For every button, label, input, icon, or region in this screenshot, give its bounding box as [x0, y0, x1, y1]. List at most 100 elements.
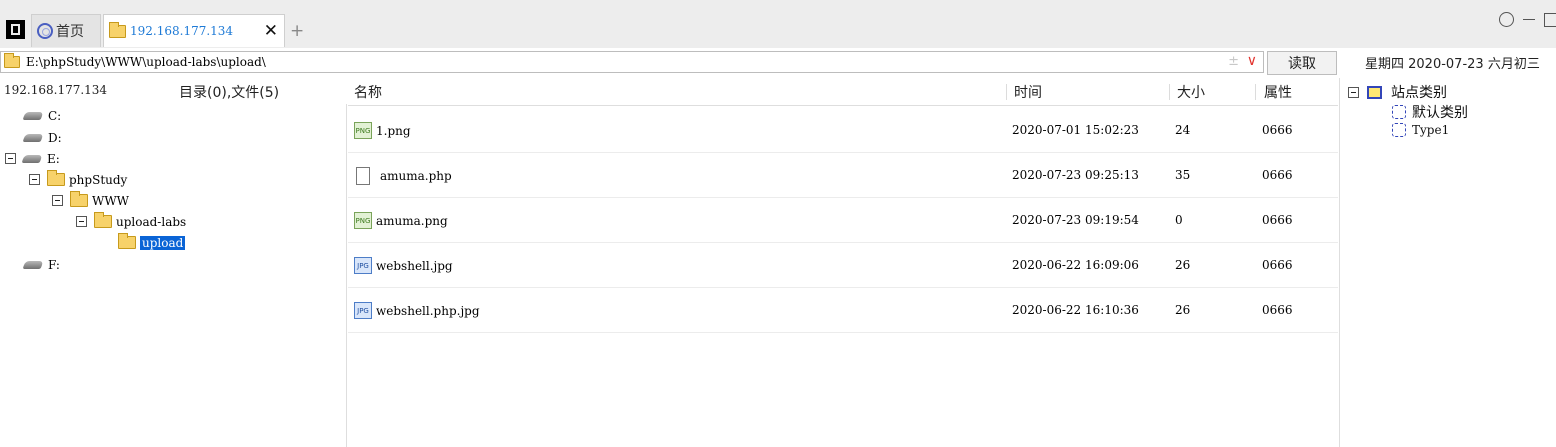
file-row[interactable]: JPG webshell.php.jpg 2020-06-22 16:10:36… — [348, 288, 1338, 333]
column-header-size[interactable]: 大小 — [1177, 82, 1205, 102]
open-folder-icon — [118, 233, 136, 249]
tree-label: C: — [48, 108, 62, 123]
directory-tree: C: D: E: phpStudy WWW upload-labs upload… — [0, 104, 347, 447]
tree-node-c[interactable]: C: — [22, 105, 62, 126]
category-root-icon — [1367, 85, 1382, 99]
site-category-item[interactable]: 默认类别 — [1392, 102, 1468, 122]
file-row[interactable]: PNG 1.png 2020-07-01 15:02:23 24 0666 — [348, 108, 1338, 153]
tree-node-phpstudy[interactable]: phpStudy — [29, 169, 127, 190]
window-controls — [1499, 12, 1556, 27]
file-row[interactable]: PNG amuma.png 2020-07-23 09:19:54 0 0666 — [348, 198, 1338, 243]
title-bar: 首页 192.168.177.134 ✕ + — [0, 0, 1556, 48]
category-node-icon — [1392, 123, 1406, 137]
file-size: 26 — [1175, 303, 1191, 317]
file-name: 1.png — [376, 123, 411, 138]
site-category-item[interactable]: Type1 — [1392, 123, 1449, 137]
history-icon[interactable]: ± — [1228, 54, 1239, 69]
tree-node-f[interactable]: F: — [22, 254, 60, 275]
file-size: 24 — [1175, 123, 1191, 137]
site-category-item-label: Type1 — [1412, 123, 1450, 137]
file-time: 2020-07-01 15:02:23 — [1012, 123, 1139, 137]
tree-label: WWW — [92, 193, 130, 208]
site-category-panel: 站点类别 默认类别 Type1 — [1339, 78, 1556, 447]
file-attr: 0666 — [1262, 213, 1293, 227]
dir-file-count: 目录(0),文件(5) — [179, 85, 280, 101]
category-node-icon — [1392, 105, 1406, 119]
tab-home[interactable]: 首页 — [31, 14, 101, 47]
file-list-header: 名称 时间 大小 属性 — [348, 78, 1338, 106]
file-name: amuma.png — [376, 213, 448, 228]
file-time: 2020-07-23 09:19:54 — [1012, 213, 1139, 227]
file-time: 2020-06-22 16:09:06 — [1012, 258, 1139, 272]
date-display: 星期四 2020-07-23 六月初三 — [1365, 57, 1540, 72]
tab-home-label: 首页 — [56, 24, 84, 40]
column-header-attr[interactable]: 属性 — [1264, 82, 1292, 102]
column-header-name[interactable]: 名称 — [354, 82, 382, 102]
site-category-item-label: 默认类别 — [1412, 105, 1468, 121]
tree-node-www[interactable]: WWW — [52, 190, 129, 211]
file-size: 35 — [1175, 168, 1191, 182]
app-logo-icon — [6, 20, 25, 39]
folder-icon — [109, 21, 126, 38]
circle-icon[interactable] — [1499, 12, 1514, 27]
tab-host[interactable]: 192.168.177.134 ✕ — [103, 14, 285, 47]
tree-label: E: — [47, 151, 60, 166]
folder-icon — [4, 53, 20, 68]
file-row[interactable]: amuma.php 2020-07-23 09:25:13 35 0666 — [348, 153, 1338, 198]
drive-icon — [22, 133, 44, 142]
tree-node-e[interactable]: E: — [5, 148, 60, 169]
file-attr: 0666 — [1262, 168, 1293, 182]
tree-node-upload[interactable]: upload — [118, 232, 186, 253]
path-input[interactable]: E:\phpStudy\WWW\upload-labs\upload\ ± ∨ — [0, 51, 1264, 73]
collapse-icon[interactable] — [29, 174, 40, 185]
document-icon — [356, 167, 370, 185]
path-text[interactable]: E:\phpStudy\WWW\upload-labs\upload\ — [26, 55, 266, 69]
column-divider[interactable] — [1255, 84, 1256, 100]
png-file-icon: PNG — [354, 122, 372, 139]
file-size: 0 — [1175, 213, 1183, 227]
new-tab-button[interactable]: + — [290, 21, 304, 41]
file-name: webshell.php.jpg — [376, 303, 480, 318]
tree-label: D: — [48, 130, 62, 145]
file-name: webshell.jpg — [376, 258, 453, 273]
tree-node-d[interactable]: D: — [22, 127, 62, 148]
tab-host-label: 192.168.177.134 — [130, 24, 234, 38]
tree-label: upload-labs — [116, 214, 187, 229]
file-name: amuma.php — [380, 169, 452, 183]
collapse-icon[interactable] — [5, 153, 16, 164]
column-divider[interactable] — [1169, 84, 1170, 100]
drive-icon — [22, 111, 44, 120]
home-tab-icon — [37, 23, 53, 39]
file-attr: 0666 — [1262, 258, 1293, 272]
drive-icon — [21, 154, 43, 163]
site-category-root[interactable]: 站点类别 — [1348, 82, 1447, 102]
chevron-down-icon[interactable]: ∨ — [1247, 53, 1257, 69]
file-size: 26 — [1175, 258, 1191, 272]
close-tab-icon[interactable]: ✕ — [264, 21, 278, 41]
collapse-icon[interactable] — [52, 195, 63, 206]
collapse-icon[interactable] — [1348, 86, 1359, 98]
left-panel-header: 192.168.177.134 目录(0),文件(5) — [0, 78, 347, 104]
tree-label: F: — [48, 257, 60, 272]
collapse-icon[interactable] — [76, 216, 87, 227]
column-divider[interactable] — [1006, 84, 1007, 100]
file-attr: 0666 — [1262, 303, 1293, 317]
read-button[interactable]: 读取 — [1267, 51, 1337, 75]
jpg-file-icon: JPG — [354, 302, 372, 319]
jpg-file-icon: JPG — [354, 257, 372, 274]
site-category-label: 站点类别 — [1391, 85, 1447, 101]
folder-icon — [70, 191, 88, 207]
file-time: 2020-07-23 09:25:13 — [1012, 168, 1139, 182]
tree-label: phpStudy — [69, 172, 128, 187]
tree-node-upload-labs[interactable]: upload-labs — [76, 211, 186, 232]
png-file-icon: PNG — [354, 212, 372, 229]
folder-icon — [94, 212, 112, 228]
column-header-time[interactable]: 时间 — [1014, 82, 1042, 102]
file-row[interactable]: JPG webshell.jpg 2020-06-22 16:09:06 26 … — [348, 243, 1338, 288]
drive-icon — [22, 260, 44, 269]
maximize-icon[interactable] — [1544, 12, 1556, 27]
tree-label-selected: upload — [140, 235, 186, 250]
minimize-icon[interactable] — [1523, 19, 1535, 20]
folder-icon — [47, 170, 65, 186]
host-ip-label: 192.168.177.134 — [4, 83, 108, 97]
